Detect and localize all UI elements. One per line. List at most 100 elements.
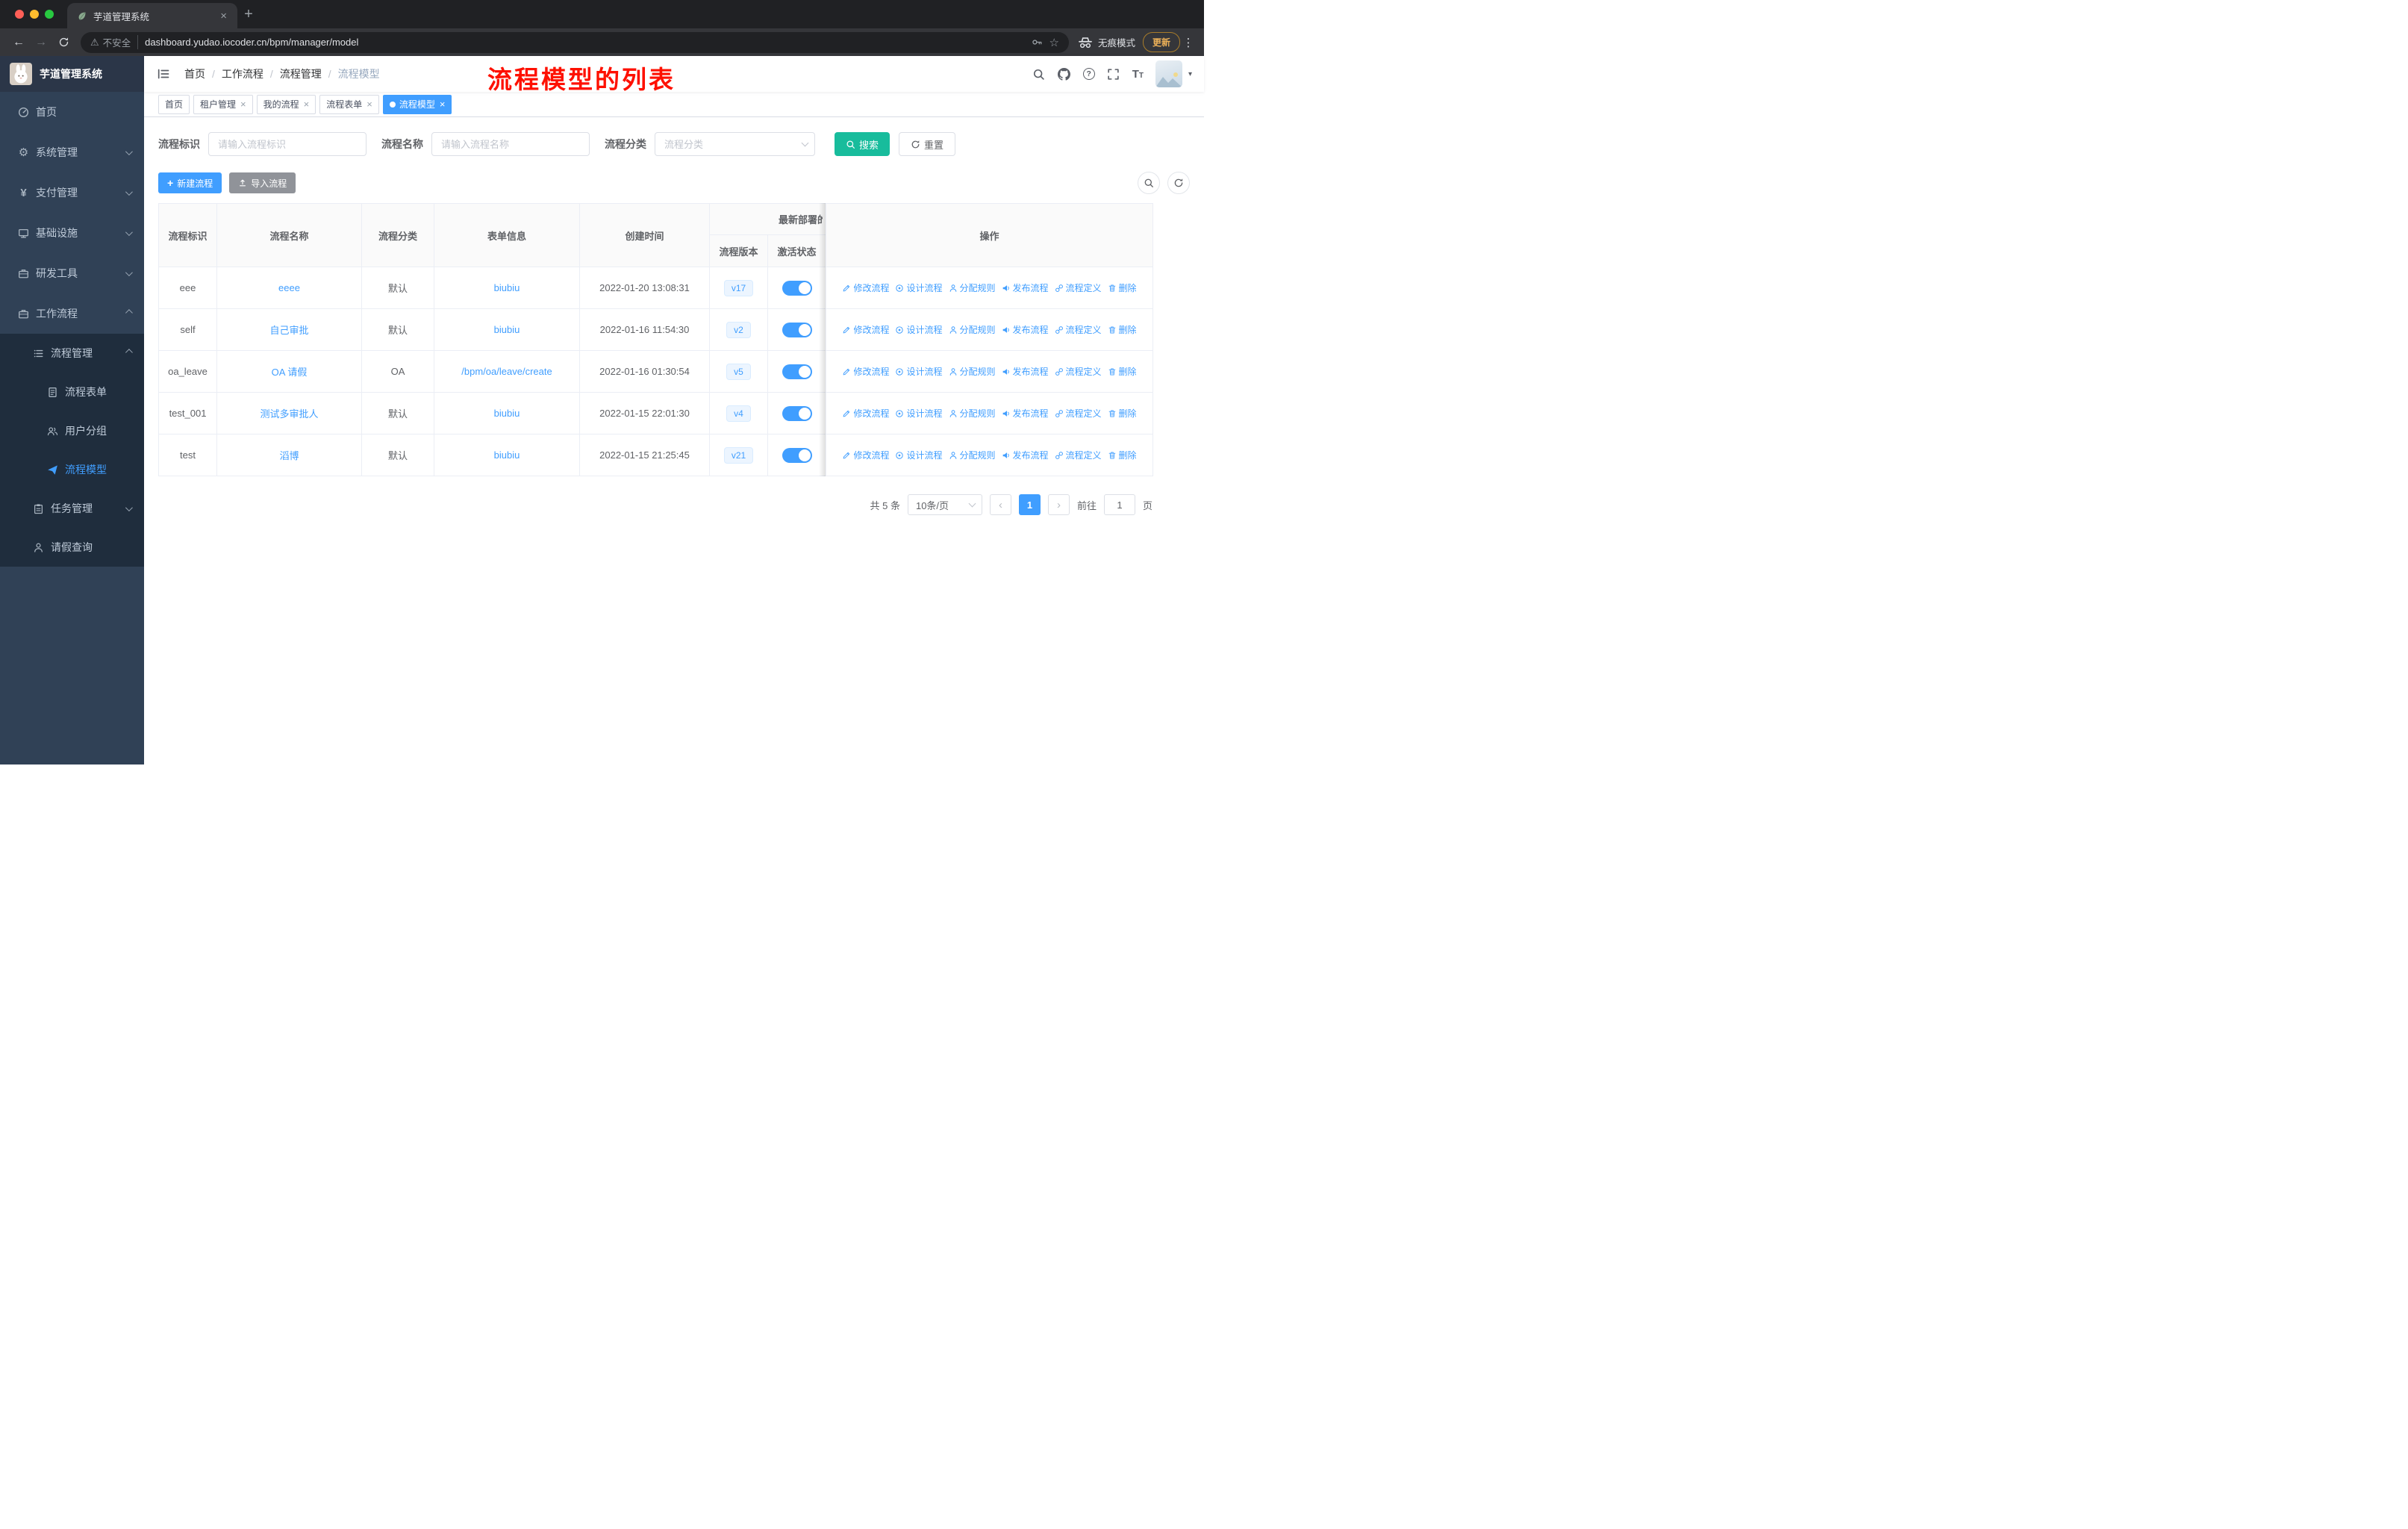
form-info-link[interactable]: biubiu xyxy=(494,449,520,461)
action-design-process[interactable]: 设计流程 xyxy=(895,281,943,294)
new-tab-button[interactable]: + xyxy=(237,3,260,25)
help-button[interactable]: ? xyxy=(1082,68,1095,80)
process-name-link[interactable]: 自己审批 xyxy=(269,325,308,336)
search-button[interactable]: 搜索 xyxy=(835,132,890,156)
security-status[interactable]: ⚠ 不安全 xyxy=(90,35,139,49)
action-edit-process[interactable]: 修改流程 xyxy=(842,449,889,461)
window-maximize-button[interactable] xyxy=(45,10,54,19)
toggle-search-button[interactable] xyxy=(1138,172,1160,194)
password-key-icon[interactable] xyxy=(1032,37,1043,48)
browser-tab[interactable]: 芋道管理系统 × xyxy=(67,3,237,28)
version-badge[interactable]: v2 xyxy=(726,321,751,338)
action-publish-process[interactable]: 发布流程 xyxy=(1002,323,1049,336)
tag-close-icon[interactable]: × xyxy=(440,99,446,109)
process-name-link[interactable]: 滔博 xyxy=(279,450,299,461)
action-edit-process[interactable]: 修改流程 xyxy=(842,365,889,378)
breadcrumb-item-workflow[interactable]: 工作流程 xyxy=(222,66,263,81)
goto-page-input[interactable] xyxy=(1103,494,1135,515)
action-assign-rule[interactable]: 分配规则 xyxy=(949,365,996,378)
breadcrumb-item-process-mgmt[interactable]: 流程管理 xyxy=(280,66,322,81)
version-badge[interactable]: v5 xyxy=(726,363,751,380)
sidebar-item-infra[interactable]: 基础设施 xyxy=(0,213,144,253)
action-assign-rule[interactable]: 分配规则 xyxy=(949,407,996,420)
sidebar-item-process-form[interactable]: 流程表单 xyxy=(0,373,144,411)
font-size-button[interactable]: TT xyxy=(1132,68,1144,81)
page-1-button[interactable]: 1 xyxy=(1018,494,1041,515)
action-edit-process[interactable]: 修改流程 xyxy=(842,323,889,336)
tag-home[interactable]: 首页 xyxy=(158,94,190,114)
tag-process-form[interactable]: 流程表单 × xyxy=(319,94,379,114)
sidebar-item-workflow[interactable]: 工作流程 xyxy=(0,293,144,334)
next-page-button[interactable]: › xyxy=(1047,494,1070,515)
sidebar-item-task-mgmt[interactable]: 任务管理 xyxy=(0,489,144,528)
action-design-process[interactable]: 设计流程 xyxy=(895,365,943,378)
version-badge[interactable]: v4 xyxy=(726,405,751,422)
fullscreen-button[interactable] xyxy=(1107,67,1120,81)
action-process-definition[interactable]: 流程定义 xyxy=(1055,323,1102,336)
breadcrumb-item-home[interactable]: 首页 xyxy=(184,66,205,81)
tag-close-icon[interactable]: × xyxy=(366,99,372,109)
tag-close-icon[interactable]: × xyxy=(240,99,246,109)
sidebar-item-payment[interactable]: ¥ 支付管理 xyxy=(0,172,144,213)
form-info-link[interactable]: biubiu xyxy=(494,282,520,293)
action-delete-process[interactable]: 删除 xyxy=(1108,449,1137,461)
action-publish-process[interactable]: 发布流程 xyxy=(1002,449,1049,461)
active-toggle[interactable] xyxy=(782,405,812,421)
action-process-definition[interactable]: 流程定义 xyxy=(1055,449,1102,461)
search-button[interactable] xyxy=(1032,67,1046,81)
page-size-select[interactable]: 10条/页 xyxy=(907,494,982,515)
prev-page-button[interactable]: ‹ xyxy=(989,494,1011,515)
action-edit-process[interactable]: 修改流程 xyxy=(842,281,889,294)
tag-close-icon[interactable]: × xyxy=(304,99,310,109)
version-badge[interactable]: v17 xyxy=(723,279,754,296)
sidebar-item-system[interactable]: ⚙ 系统管理 xyxy=(0,132,144,172)
action-assign-rule[interactable]: 分配规则 xyxy=(949,323,996,336)
reload-button[interactable] xyxy=(52,31,75,54)
sidebar-item-user-group[interactable]: 用户分组 xyxy=(0,411,144,450)
sidebar-item-process-mgmt[interactable]: 流程管理 xyxy=(0,334,144,373)
active-toggle[interactable] xyxy=(782,280,812,296)
refresh-button[interactable] xyxy=(1167,172,1190,194)
action-publish-process[interactable]: 发布流程 xyxy=(1002,281,1049,294)
action-publish-process[interactable]: 发布流程 xyxy=(1002,407,1049,420)
url-bar[interactable]: ⚠ 不安全 dashboard.yudao.iocoder.cn/bpm/man… xyxy=(81,31,1069,53)
form-info-link[interactable]: /bpm/oa/leave/create xyxy=(461,366,552,377)
action-design-process[interactable]: 设计流程 xyxy=(895,449,943,461)
form-info-link[interactable]: biubiu xyxy=(494,408,520,419)
active-toggle[interactable] xyxy=(782,364,812,379)
forward-button[interactable]: → xyxy=(30,31,52,54)
action-process-definition[interactable]: 流程定义 xyxy=(1055,407,1102,420)
active-toggle[interactable] xyxy=(782,447,812,463)
action-publish-process[interactable]: 发布流程 xyxy=(1002,365,1049,378)
form-info-link[interactable]: biubiu xyxy=(494,324,520,335)
import-process-button[interactable]: 导入流程 xyxy=(229,172,296,193)
process-name-input[interactable] xyxy=(431,132,590,156)
sidebar-item-process-model[interactable]: 流程模型 xyxy=(0,450,144,489)
action-delete-process[interactable]: 删除 xyxy=(1108,365,1137,378)
sidebar-toggle-button[interactable] xyxy=(155,65,172,83)
version-badge[interactable]: v21 xyxy=(723,446,754,464)
action-design-process[interactable]: 设计流程 xyxy=(895,323,943,336)
action-assign-rule[interactable]: 分配规则 xyxy=(949,449,996,461)
action-delete-process[interactable]: 删除 xyxy=(1108,323,1137,336)
url-text[interactable]: dashboard.yudao.iocoder.cn/bpm/manager/m… xyxy=(145,37,1024,48)
create-process-button[interactable]: + 新建流程 xyxy=(158,172,222,193)
sidebar-item-leave-query[interactable]: 请假查询 xyxy=(0,528,144,567)
bookmark-star-icon[interactable]: ☆ xyxy=(1049,36,1059,49)
app-logo[interactable]: 芋道管理系统 xyxy=(0,56,144,92)
sidebar-item-home[interactable]: 首页 xyxy=(0,92,144,132)
process-name-link[interactable]: 测试多审批人 xyxy=(260,408,318,420)
process-name-link[interactable]: OA 请假 xyxy=(272,367,308,378)
window-close-button[interactable] xyxy=(15,10,24,19)
category-select[interactable] xyxy=(655,132,815,156)
action-process-definition[interactable]: 流程定义 xyxy=(1055,365,1102,378)
github-button[interactable] xyxy=(1058,67,1071,81)
tab-close-icon[interactable]: × xyxy=(219,10,228,22)
process-name-link[interactable]: eeee xyxy=(278,282,300,293)
tag-process-model[interactable]: 流程模型 × xyxy=(382,94,452,114)
tag-my-process[interactable]: 我的流程 × xyxy=(256,94,316,114)
action-assign-rule[interactable]: 分配规则 xyxy=(949,281,996,294)
action-delete-process[interactable]: 删除 xyxy=(1108,281,1137,294)
window-minimize-button[interactable] xyxy=(30,10,39,19)
action-process-definition[interactable]: 流程定义 xyxy=(1055,281,1102,294)
